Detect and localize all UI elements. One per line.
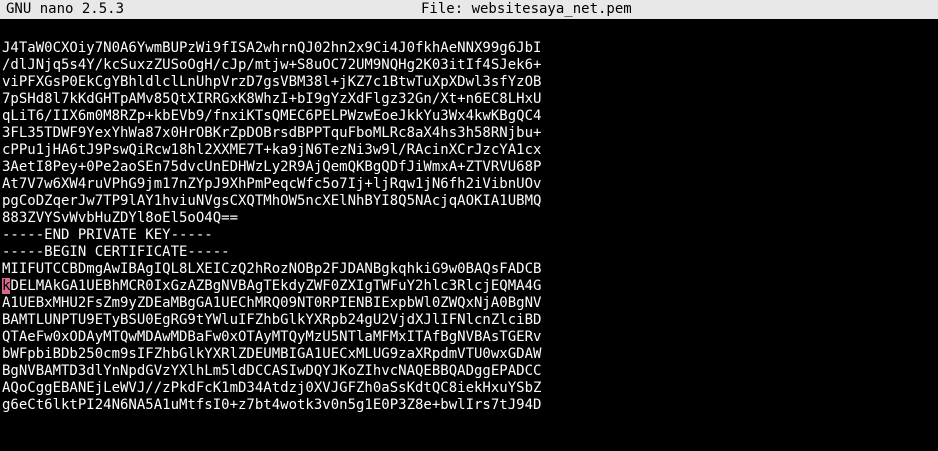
editor-line[interactable]: /dlJNjq5s4Y/kcSuxzZUSoOgH/cJp/mtjw+S8uOC… (2, 57, 936, 74)
editor-line[interactable]: 3FL35TDWF9YexYhWa87x0HrOBKrZpDOBrsdBPPTq… (2, 125, 936, 142)
editor-line[interactable]: 3AetI8Pey+0Pe2aoSEn75dvcUnEDHWzLy2R9AjQe… (2, 159, 936, 176)
editor-line[interactable]: 883ZVYSvWvbHuZDYl8oEl5oO4Q== (2, 210, 936, 227)
editor-line[interactable]: g6eCt6lktPI24N6NA5A1uMtfsI0+z7bt4wotk3v0… (2, 397, 936, 414)
app-version-label: GNU nano 2.5.3 (6, 1, 125, 17)
text-editor-area[interactable]: J4TaW0CXOiy7N0A6YwmBUPzWi9fISA2whrnQJ02h… (2, 40, 936, 451)
editor-line[interactable]: -----BEGIN CERTIFICATE----- (2, 244, 936, 261)
editor-line[interactable]: QTAeFw0xODAyMTQwMDAwMDBaFw0xOTAyMTQyMzU5… (2, 329, 936, 346)
nano-title-bar: GNU nano 2.5.3 File: websitesaya_net.pem (0, 0, 938, 19)
editor-line[interactable]: J4TaW0CXOiy7N0A6YwmBUPzWi9fISA2whrnQJ02h… (2, 40, 936, 57)
editor-line[interactable]: qLiT6/IIX6m0M8RZp+kbEVb9/fnxiKTsQMEC6PEL… (2, 108, 936, 125)
editor-line[interactable]: kDELMAkGA1UEBhMCR0IxGzAZBgNVBAgTEkdyZWF0… (2, 278, 936, 295)
editor-line[interactable]: MIIFUTCCBDmgAwIBAgIQL8LXEICzQ2hRozNOBp2F… (2, 261, 936, 278)
editor-line[interactable]: -----END PRIVATE KEY----- (2, 227, 936, 244)
editor-line[interactable]: bWFpbiBDb250cm9sIFZhbGlkYXRlZDEUMBIGA1UE… (2, 346, 936, 363)
editor-line[interactable]: 7pSHd8l7kKdGHTpAMv85QtXIRRGxK8WhzI+bI9gY… (2, 91, 936, 108)
file-name-label: File: websitesaya_net.pem (421, 1, 632, 17)
editor-line[interactable]: pgCoDZqerJw7TP9lAY1hviuNVgsCXQTMhOW5ncXE… (2, 193, 936, 210)
editor-line[interactable]: AQoCggEBANEjLeWVJ//zPkdFcK1mD34Atdzj0XVJ… (2, 380, 936, 397)
editor-line[interactable]: A1UEBxMHU2FsZm9yZDEaMBgGA1UEChMRQ09NT0RP… (2, 295, 936, 312)
editor-line[interactable]: viPFXGsP0EkCgYBhldlclLnUhpVrzD7gsVBM38l+… (2, 74, 936, 91)
editor-line[interactable]: At7V7w6XW4ruVPhG9jm17nZYpJ9XhPmPeqcWfc5o… (2, 176, 936, 193)
editor-line[interactable]: BgNVBAMTD3dlYnNpdGVzYXlhLm5ldDCCASIwDQYJ… (2, 363, 936, 380)
text-cursor: k (2, 278, 11, 294)
editor-line[interactable]: cPPu1jHA6tJ9PswQiRcw18hl2XXME7T+ka9jN6Te… (2, 142, 936, 159)
editor-line[interactable]: BAMTLUNPTU9ETyBSU0EgRG9tYWluIFZhbGlkYXRp… (2, 312, 936, 329)
